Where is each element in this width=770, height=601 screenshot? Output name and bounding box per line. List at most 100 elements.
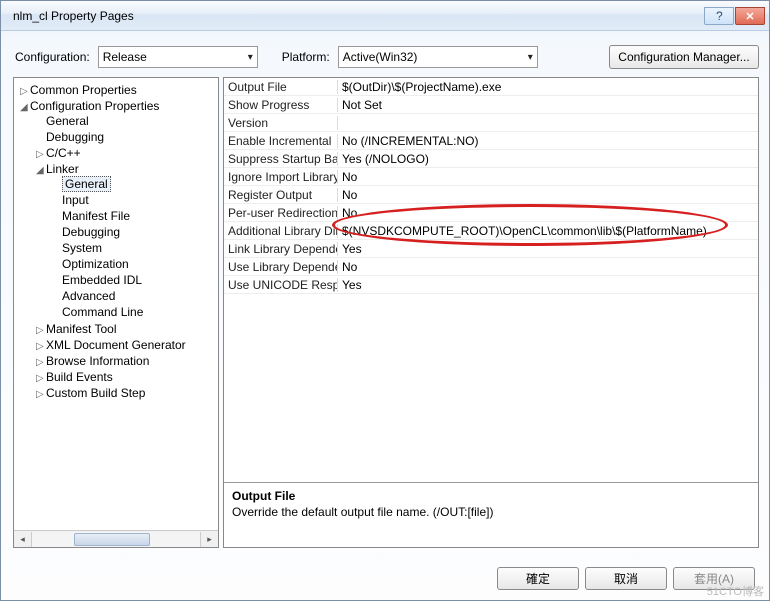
help-button[interactable]: ? [704,7,734,25]
description-pane: Output File Override the default output … [224,482,758,547]
property-value[interactable]: $(NVSDKCOMPUTE_ROOT)\OpenCL\common\lib\$… [338,224,758,238]
property-value[interactable]: No [338,206,758,220]
svg-text:?: ? [716,11,723,21]
tree-item[interactable]: ▷Browse Information [34,353,214,369]
ok-button[interactable]: 確定 [497,567,579,590]
expand-icon[interactable]: ▷ [36,325,46,336]
description-title: Output File [232,489,750,503]
window-title: nlm_cl Property Pages [5,9,703,23]
config-row: Configuration: Release ▾ Platform: Activ… [1,31,769,77]
description-text: Override the default output file name. (… [232,505,750,519]
property-value[interactable]: Yes [338,278,758,292]
property-name: Ignore Import Library [224,170,338,184]
chevron-down-icon: ▾ [248,52,253,63]
tree-item[interactable]: Command Line [50,304,212,320]
tree-item[interactable]: ▷Build Events [34,369,214,385]
tree-item[interactable]: Input [50,192,212,208]
property-row[interactable]: Additional Library Directories$(NVSDKCOM… [224,222,758,240]
expand-icon[interactable]: ▷ [36,373,46,384]
tree-item[interactable]: ◢Configuration PropertiesGeneralDebuggin… [18,98,216,402]
expand-icon[interactable]: ▷ [20,86,30,97]
property-grid[interactable]: Output File$(OutDir)\$(ProjectName).exeS… [224,78,758,482]
property-grid-panel: Output File$(OutDir)\$(ProjectName).exeS… [223,77,759,548]
property-row[interactable]: Version [224,114,758,132]
property-row[interactable]: Link Library DependenciesYes [224,240,758,258]
platform-select[interactable]: Active(Win32) ▾ [338,46,538,68]
tree-item[interactable]: Manifest File [50,208,212,224]
property-row[interactable]: Use Library Dependency InputsNo [224,258,758,276]
property-row[interactable]: Register OutputNo [224,186,758,204]
property-value[interactable]: Yes [338,242,758,256]
tree-panel: ▷Common Properties◢Configuration Propert… [13,77,219,548]
tree-item[interactable]: ▷Common Properties [18,82,216,98]
expand-icon[interactable]: ▷ [36,389,46,400]
tree-item-label: Debugging [62,225,120,239]
tree-item-label: Custom Build Step [46,386,145,400]
property-name: Link Library Dependencies [224,242,338,256]
expand-icon[interactable]: ▷ [36,149,46,160]
configuration-select[interactable]: Release ▾ [98,46,258,68]
tree-item-label: Debugging [46,130,104,144]
property-value[interactable]: No [338,188,758,202]
property-row[interactable]: Suppress Startup BannerYes (/NOLOGO) [224,150,758,168]
tree-item[interactable]: General [34,113,214,129]
titlebar[interactable]: nlm_cl Property Pages ? [1,1,769,31]
property-value[interactable]: No (/INCREMENTAL:NO) [338,134,758,148]
tree-item[interactable]: ▷Manifest Tool [34,321,214,337]
tree-item[interactable]: Advanced [50,288,212,304]
close-button[interactable] [735,7,765,25]
tree-item[interactable]: General [50,176,212,192]
tree-item[interactable]: Debugging [34,129,214,145]
tree-item[interactable]: ▷XML Document Generator [34,337,214,353]
tree-item-label: General [62,176,111,192]
property-name: Use UNICODE Response Files [224,278,338,292]
tree-item-label: Manifest Tool [46,322,116,336]
property-name: Output File [224,80,338,94]
expand-icon[interactable]: ▷ [36,357,46,368]
expand-icon[interactable]: ▷ [36,341,46,352]
tree-item[interactable]: Embedded IDL [50,272,212,288]
expand-icon[interactable]: ◢ [36,165,46,176]
tree-item[interactable]: ◢LinkerGeneralInputManifest FileDebuggin… [34,161,214,321]
horizontal-scrollbar[interactable]: ◂ ▸ [14,530,218,547]
property-row[interactable]: Show ProgressNot Set [224,96,758,114]
scroll-left-button[interactable]: ◂ [14,532,31,547]
tree-item[interactable]: System [50,240,212,256]
property-tree[interactable]: ▷Common Properties◢Configuration Propert… [14,78,218,530]
property-name: Suppress Startup Banner [224,152,338,166]
dialog-footer: 確定 取消 套用(A) [1,556,769,600]
tree-item-label: Manifest File [62,209,130,223]
property-name: Enable Incremental [224,134,338,148]
property-name: Register Output [224,188,338,202]
property-row[interactable]: Use UNICODE Response FilesYes [224,276,758,294]
tree-item-label: Embedded IDL [62,273,142,287]
property-pages-window: nlm_cl Property Pages ? Configuration: R… [0,0,770,601]
property-value[interactable]: No [338,170,758,184]
property-value[interactable]: Not Set [338,98,758,112]
tree-item-label: Common Properties [30,83,137,97]
tree-item-label: General [46,114,89,128]
tree-item[interactable]: Debugging [50,224,212,240]
tree-item-label: System [62,241,102,255]
tree-item[interactable]: ▷C/C++ [34,145,214,161]
property-row[interactable]: Output File$(OutDir)\$(ProjectName).exe [224,78,758,96]
property-value[interactable]: $(OutDir)\$(ProjectName).exe [338,80,758,94]
property-row[interactable]: Per-user RedirectionNo [224,204,758,222]
platform-label: Platform: [282,50,330,64]
tree-item[interactable]: Optimization [50,256,212,272]
scroll-track[interactable] [31,532,201,547]
expand-icon[interactable]: ◢ [20,102,30,113]
scroll-right-button[interactable]: ▸ [201,532,218,547]
tree-item[interactable]: ▷Custom Build Step [34,385,214,401]
tree-item-label: C/C++ [46,146,81,160]
configuration-manager-button[interactable]: Configuration Manager... [609,45,759,69]
scroll-thumb[interactable] [74,533,150,546]
property-value[interactable]: Yes (/NOLOGO) [338,152,758,166]
cancel-button[interactable]: 取消 [585,567,667,590]
property-value[interactable]: No [338,260,758,274]
property-name: Version [224,116,338,130]
chevron-down-icon: ▾ [528,52,533,63]
tree-item-label: Build Events [46,370,113,384]
property-row[interactable]: Ignore Import LibraryNo [224,168,758,186]
property-row[interactable]: Enable IncrementalNo (/INCREMENTAL:NO) [224,132,758,150]
